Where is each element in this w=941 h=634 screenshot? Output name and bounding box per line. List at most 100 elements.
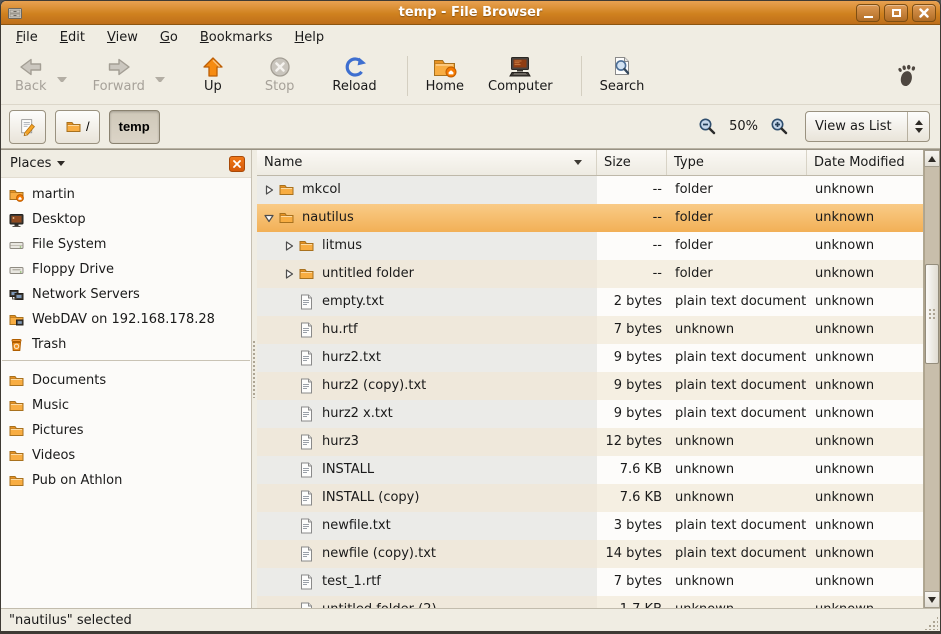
toggle-location-entry-button[interactable] [9, 110, 46, 144]
menu-item[interactable]: Bookmarks [189, 28, 284, 47]
sidebar-item[interactable]: Videos [1, 443, 251, 468]
text-file-icon [298, 517, 320, 534]
floppy-icon [8, 262, 25, 278]
file-row[interactable]: INSTALL 7.6 KB unknown unknown [257, 456, 923, 484]
text-file-icon [298, 461, 320, 478]
sidebar-item[interactable]: Music [1, 393, 251, 418]
pane-resize-handle[interactable] [252, 150, 257, 608]
view-mode-select[interactable]: View as List [805, 111, 930, 142]
file-row[interactable]: test_1.rtf 7 bytes unknown unknown [257, 568, 923, 596]
close-button[interactable] [912, 4, 936, 22]
expander-icon[interactable] [283, 547, 298, 561]
file-row[interactable]: hu.rtf 7 bytes unknown unknown [257, 316, 923, 344]
back-history-dropdown-icon[interactable] [57, 77, 67, 82]
sidebar-item[interactable]: Network Servers [1, 282, 251, 307]
sidebar-separator [2, 360, 250, 361]
expander-icon[interactable] [283, 239, 298, 253]
view-mode-spinner-icons[interactable] [907, 112, 929, 141]
file-row[interactable]: litmus -- folder unknown [257, 232, 923, 260]
file-rows: mkcol -- folder unknown [257, 176, 923, 608]
sidebar-item[interactable]: Floppy Drive [1, 257, 251, 282]
sidebar-item[interactable]: WebDAV on 192.168.178.28 [1, 307, 251, 332]
zoom-in-button[interactable] [770, 117, 789, 136]
titlebar[interactable]: temp - File Browser [1, 1, 940, 25]
computer-button[interactable]: Computer [480, 54, 561, 97]
zoom-out-button[interactable] [698, 117, 717, 136]
up-button[interactable]: Up [193, 54, 233, 97]
menu-item[interactable]: Help [284, 28, 336, 47]
view-mode-value: View as List [806, 119, 907, 134]
text-file-icon [298, 321, 320, 338]
expander-icon[interactable] [283, 379, 298, 393]
folder-icon [278, 182, 300, 198]
scroll-up-button[interactable] [924, 150, 940, 167]
maximize-button[interactable] [884, 4, 908, 22]
sidebar-item[interactable]: martin [1, 182, 251, 207]
menu-item[interactable]: View [96, 28, 149, 47]
scroll-down-button[interactable] [924, 591, 940, 608]
current-folder-button[interactable]: temp [109, 110, 160, 144]
grip-dots-icon [252, 340, 257, 398]
stop-button[interactable]: Stop [257, 54, 303, 97]
home-folder-icon [8, 187, 25, 203]
file-row[interactable]: hurz2 x.txt 9 bytes plain text document … [257, 400, 923, 428]
sidebar-item[interactable]: Trash [1, 332, 251, 357]
expander-icon[interactable] [283, 435, 298, 449]
expander-icon[interactable] [283, 351, 298, 365]
column-header-name[interactable]: Name [257, 150, 597, 175]
forward-history-dropdown-icon[interactable] [155, 77, 165, 82]
expander-icon[interactable] [283, 323, 298, 337]
reload-button[interactable]: Reload [324, 54, 384, 97]
sidebar-item[interactable]: Pictures [1, 418, 251, 443]
vertical-scrollbar[interactable] [923, 150, 940, 608]
places-menu-button[interactable]: Places [10, 156, 229, 171]
file-row[interactable]: INSTALL (copy) 7.6 KB unknown unknown [257, 484, 923, 512]
column-header-date-modified[interactable]: Date Modified [807, 150, 923, 175]
expander-icon[interactable] [263, 183, 278, 197]
minimize-button[interactable] [856, 4, 880, 22]
zoom-in-icon [770, 117, 789, 136]
file-row[interactable]: hurz2.txt 9 bytes plain text document un… [257, 344, 923, 372]
resize-grip[interactable] [924, 616, 938, 630]
column-headers: Name Size Type Date Modified [257, 150, 923, 176]
file-browser-window: temp - File Browser FileEditViewGoBookma… [0, 0, 941, 634]
expander-icon[interactable] [283, 463, 298, 477]
expander-icon[interactable] [283, 267, 298, 281]
column-header-size[interactable]: Size [597, 150, 667, 175]
arrow-up-icon [928, 156, 936, 162]
expander-icon[interactable] [263, 211, 278, 225]
file-row[interactable]: hurz3 12 bytes unknown unknown [257, 428, 923, 456]
file-row[interactable]: empty.txt 2 bytes plain text document un… [257, 288, 923, 316]
file-row[interactable]: mkcol -- folder unknown [257, 176, 923, 204]
root-folder-button[interactable]: / [55, 110, 100, 144]
folder-icon [8, 473, 25, 489]
forward-button[interactable]: Forward [85, 54, 153, 97]
column-header-type[interactable]: Type [667, 150, 807, 175]
scrollbar-thumb[interactable] [925, 264, 939, 364]
sidebar-close-button[interactable] [229, 156, 245, 172]
expander-icon[interactable] [283, 407, 298, 421]
sidebar-item[interactable]: File System [1, 232, 251, 257]
menu-item[interactable]: Edit [49, 28, 96, 47]
home-button[interactable]: Home [418, 54, 472, 97]
file-row[interactable]: nautilus -- folder unknown [257, 204, 923, 232]
sidebar-item[interactable]: Pub on Athlon [1, 468, 251, 493]
sidebar-item[interactable]: Desktop [1, 207, 251, 232]
back-button[interactable]: Back [7, 54, 55, 97]
scrollbar-trough[interactable] [924, 167, 940, 591]
file-row[interactable]: untitled folder -- folder unknown [257, 260, 923, 288]
file-row[interactable]: hurz2 (copy).txt 9 bytes plain text docu… [257, 372, 923, 400]
menu-item[interactable]: Go [149, 28, 189, 47]
file-row[interactable]: untitled folder (2) 1.7 KB unknown unkno… [257, 596, 923, 608]
file-row[interactable]: newfile.txt 3 bytes plain text document … [257, 512, 923, 540]
expander-icon[interactable] [283, 519, 298, 533]
expander-icon[interactable] [283, 295, 298, 309]
expander-icon[interactable] [283, 575, 298, 589]
search-button[interactable]: Search [592, 54, 653, 97]
root-folder-label: / [86, 119, 90, 134]
file-row[interactable]: newfile (copy).txt 14 bytes plain text d… [257, 540, 923, 568]
menu-item[interactable]: File [5, 28, 49, 47]
expander-icon[interactable] [283, 491, 298, 505]
sidebar-item[interactable]: Documents [1, 368, 251, 393]
up-arrow-icon [201, 56, 225, 78]
